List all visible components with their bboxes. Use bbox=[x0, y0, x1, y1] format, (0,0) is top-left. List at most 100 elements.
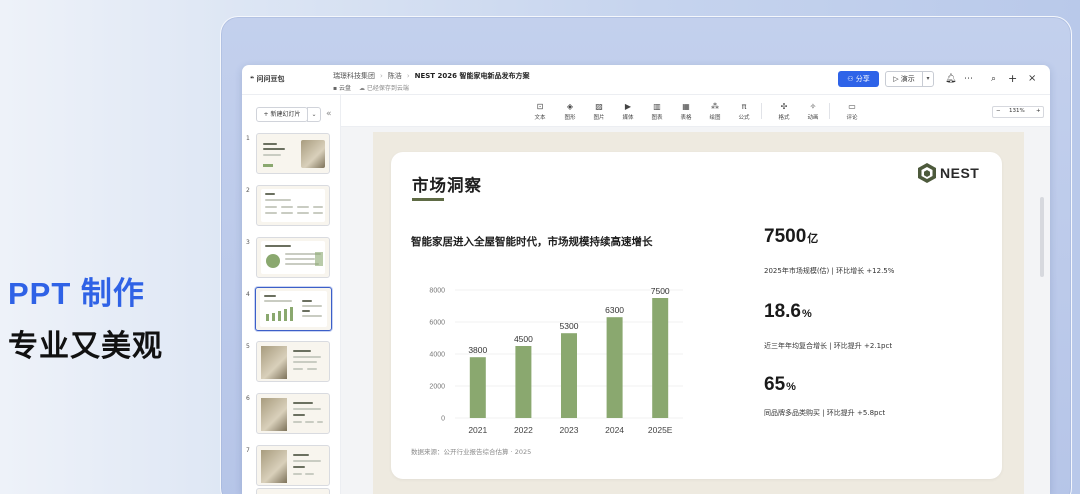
tool-animation[interactable]: ✧ 动画 bbox=[800, 102, 826, 121]
document-title[interactable]: NEST 2026 智能家电新品发布方案 bbox=[415, 72, 530, 80]
search-icon[interactable]: ⌕ bbox=[991, 72, 996, 86]
slide-thumbnail-7[interactable] bbox=[256, 445, 330, 486]
tool-draw[interactable]: ⁂ 绘图 bbox=[702, 102, 728, 121]
promo-subheadline: 专业又美观 bbox=[8, 329, 163, 364]
tool-shape[interactable]: ◈ 图形 bbox=[557, 102, 583, 121]
slide-thumbnail-2[interactable] bbox=[256, 185, 330, 226]
tool-formula[interactable]: π 公式 bbox=[731, 102, 757, 121]
brand-logo[interactable]: ❝ 问问豆包 bbox=[250, 74, 285, 84]
slide-thumbnail-8[interactable] bbox=[256, 488, 330, 494]
stat-unit: % bbox=[801, 308, 812, 320]
save-status-label: 已经保存到云端 bbox=[366, 85, 409, 92]
slide-number: 3 bbox=[246, 239, 250, 246]
stat-number: 65 bbox=[764, 374, 786, 395]
nest-logo: NEST bbox=[916, 162, 988, 184]
toolbar-divider bbox=[761, 103, 762, 119]
tool-label: 图表 bbox=[651, 115, 663, 121]
breadcrumb-item-user[interactable]: 陈浩 bbox=[388, 72, 402, 80]
share-icon: ⚇ bbox=[847, 75, 856, 83]
tool-label: 图片 bbox=[593, 115, 605, 121]
x-tick-label: 2021 bbox=[468, 425, 487, 435]
table-icon: ▦ bbox=[682, 102, 690, 111]
slide-thumbnail-3[interactable] bbox=[256, 237, 330, 278]
tool-comment[interactable]: ▭ 评论 bbox=[839, 102, 865, 121]
new-slide-button[interactable]: + 新建幻灯片 bbox=[256, 107, 308, 122]
x-tick-label: 2025E bbox=[648, 425, 673, 435]
comment-icon: ▭ bbox=[848, 102, 856, 111]
slide-thumbnail-4[interactable] bbox=[255, 287, 332, 331]
tool-label: 评论 bbox=[846, 115, 858, 121]
stat-unit: % bbox=[786, 381, 796, 393]
slide-number: 2 bbox=[246, 187, 250, 194]
present-dropdown-button[interactable]: ▾ bbox=[922, 71, 934, 87]
slide-content-card[interactable]: 市场洞察 NEST 智能家居进入全屋智能时代，市场规模持续高速增长 0 2000 4… bbox=[391, 152, 1002, 479]
stat-value-multi-category[interactable]: 65% bbox=[764, 374, 796, 396]
animation-icon: ✧ bbox=[809, 102, 817, 111]
data-source-note[interactable]: 数据来源：公开行业报告综合估算 · 2025 bbox=[411, 446, 531, 456]
slide-title[interactable]: 市场洞察 bbox=[412, 172, 482, 196]
share-button[interactable]: ⚇ 分享 bbox=[838, 71, 879, 87]
cloud-location[interactable]: ▪ 云盘 bbox=[333, 85, 351, 92]
stat-value-cagr[interactable]: 18.6% bbox=[764, 301, 812, 323]
add-icon[interactable]: + bbox=[1008, 72, 1017, 86]
slide-thumbnail-6[interactable] bbox=[256, 393, 330, 434]
tool-chart[interactable]: ▥ 图表 bbox=[644, 102, 670, 121]
nest-logo-icon bbox=[918, 163, 936, 183]
zoom-out-button[interactable]: − bbox=[996, 108, 1001, 114]
tool-media[interactable]: ▶ 媒体 bbox=[615, 102, 641, 121]
breadcrumb-item-org[interactable]: 瑞璟科技集团 bbox=[333, 72, 375, 80]
slide-headline[interactable]: 智能家居进入全屋智能时代，市场规模持续高速增长 bbox=[411, 234, 653, 249]
cloud-location-label: 云盘 bbox=[338, 85, 351, 92]
slide-thumbnail-panel: + 新建幻灯片 ⌄ « 1 2 3 4 5 6 7 bbox=[242, 95, 341, 494]
stat-value-market-size[interactable]: 7500亿 bbox=[764, 226, 818, 248]
media-icon: ▶ bbox=[624, 102, 632, 111]
slide-number: 5 bbox=[246, 343, 250, 350]
stat-desc-multi-category[interactable]: 同品牌多品类购买 | 环比提升 +5.8pct bbox=[764, 408, 885, 418]
tool-label: 动画 bbox=[807, 115, 819, 121]
y-tick-label: 8000 bbox=[429, 288, 445, 295]
tool-image[interactable]: ▨ 图片 bbox=[586, 102, 612, 121]
slide-canvas[interactable]: 市场洞察 NEST 智能家居进入全屋智能时代，市场规模持续高速增长 0 2000 4… bbox=[341, 127, 1050, 494]
shape-icon: ◈ bbox=[566, 102, 574, 111]
format-icon: ✣ bbox=[780, 102, 788, 111]
title-underline bbox=[412, 198, 444, 201]
stat-desc-cagr[interactable]: 近三年年均复合增长 | 环比提升 +2.1pct bbox=[764, 341, 892, 351]
presentation-app-window: ❝ 问问豆包 瑞璟科技集团 › 陈浩 › NEST 2026 智能家电新品发布方案 ▪ … bbox=[242, 65, 1050, 494]
stat-number: 7500 bbox=[764, 226, 807, 247]
slide-thumbnail-1[interactable] bbox=[256, 133, 330, 174]
promo-headline: PPT 制作 bbox=[8, 276, 145, 311]
close-icon[interactable]: × bbox=[1028, 72, 1036, 86]
market-size-bar-chart[interactable]: 0 2000 4000 6000 8000 3800 2021 4500 2022 5300 202… bbox=[411, 278, 691, 442]
new-slide-dropdown-button[interactable]: ⌄ bbox=[307, 107, 321, 122]
zoom-in-button[interactable]: + bbox=[1036, 108, 1041, 114]
bar bbox=[606, 317, 623, 418]
y-tick-label: 2000 bbox=[429, 384, 445, 391]
collapse-panel-icon[interactable]: « bbox=[326, 107, 332, 121]
stat-desc-market-size[interactable]: 2025年市场规模(估) | 环比增长 +12.5% bbox=[764, 266, 894, 276]
present-button[interactable]: ▷ 演示 bbox=[885, 71, 923, 87]
data-label: 4500 bbox=[514, 334, 533, 344]
formula-icon: π bbox=[741, 102, 747, 111]
breadcrumb-separator: › bbox=[406, 72, 410, 80]
x-tick-label: 2023 bbox=[560, 425, 579, 435]
bar bbox=[652, 298, 669, 418]
present-label: 演示 bbox=[900, 75, 915, 83]
chevron-down-icon: ▾ bbox=[926, 75, 930, 82]
tool-text[interactable]: ⊡ 文本 bbox=[527, 102, 553, 121]
tool-table[interactable]: ▦ 表格 bbox=[673, 102, 699, 121]
tool-format[interactable]: ✣ 格式 bbox=[771, 102, 797, 121]
breadcrumb: 瑞璟科技集团 › 陈浩 › NEST 2026 智能家电新品发布方案 bbox=[333, 71, 529, 81]
data-label: 3800 bbox=[468, 345, 487, 355]
brand-name: 问问豆包 bbox=[256, 75, 285, 83]
zoom-level[interactable]: 131% bbox=[1009, 108, 1025, 114]
more-icon[interactable]: ⋯ bbox=[964, 72, 973, 86]
stat-number: 18.6 bbox=[764, 301, 801, 322]
text-icon: ⊡ bbox=[536, 102, 544, 111]
slide-number: 6 bbox=[246, 395, 250, 402]
tool-label: 文本 bbox=[534, 115, 546, 121]
slide-number: 4 bbox=[246, 291, 250, 298]
slide-thumbnail-5[interactable] bbox=[256, 341, 330, 382]
vertical-scrollbar[interactable] bbox=[1040, 197, 1044, 277]
notification-bell-icon[interactable]: 🔔︎ bbox=[945, 72, 956, 86]
x-tick-label: 2022 bbox=[514, 425, 533, 435]
